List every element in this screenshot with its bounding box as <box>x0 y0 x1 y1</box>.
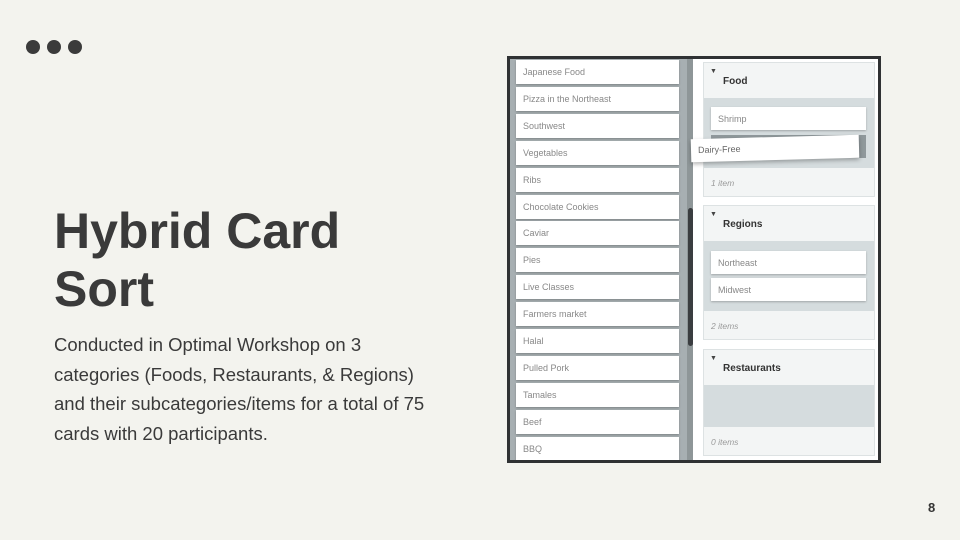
card-item[interactable]: Caviar <box>516 221 679 246</box>
collapse-triangle-icon[interactable]: ▼ <box>710 355 717 362</box>
category-food: ▼ Food Shrimp 1 item <box>703 62 875 197</box>
collapse-triangle-icon[interactable]: ▼ <box>710 68 717 75</box>
card-item[interactable]: Vegetables <box>516 140 679 165</box>
card-item[interactable]: Chocolate Cookies <box>516 194 679 219</box>
card-list: Japanese Food Pizza in the Northeast South… <box>510 59 693 460</box>
category-name: Food <box>723 76 748 87</box>
item-count: 2 items <box>711 321 739 331</box>
category-name: Regions <box>723 219 763 230</box>
card-item[interactable]: Farmers market <box>516 302 679 327</box>
card-item[interactable]: Halal <box>516 329 679 353</box>
card-item[interactable]: Live Classes <box>516 275 679 300</box>
card-item[interactable]: Southwest <box>516 113 679 138</box>
scrollbar-thumb[interactable] <box>688 208 693 346</box>
card-item[interactable]: BBQ <box>516 436 679 460</box>
sorted-card[interactable]: Shrimp <box>711 107 866 130</box>
slide-description: Conducted in Optimal Workshop on 3 categ… <box>54 334 425 444</box>
card-item[interactable]: Pizza in the Northeast <box>516 86 679 111</box>
item-count: 1 item <box>711 178 735 188</box>
category-regions: ▼ Regions Northeast Midwest 2 items <box>703 205 875 340</box>
category-name: Restaurants <box>723 363 781 374</box>
drop-zone[interactable] <box>704 385 874 427</box>
menu-dots-icon <box>26 40 82 54</box>
card-sort-screenshot: Japanese Food Pizza in the Northeast South… <box>507 56 881 463</box>
dragging-card[interactable]: Dairy-Free <box>690 134 860 163</box>
card-item[interactable]: Pies <box>516 248 679 273</box>
card-item[interactable]: Beef <box>516 409 679 434</box>
item-count: 0 items <box>711 437 739 447</box>
sorted-card[interactable]: Midwest <box>711 278 866 301</box>
sorted-card[interactable]: Northeast <box>711 251 866 274</box>
collapse-triangle-icon[interactable]: ▼ <box>710 211 717 218</box>
card-item[interactable]: Tamales <box>516 382 679 407</box>
page-number: 8 <box>928 500 936 515</box>
slide-title: Hybrid Card Sort <box>54 203 341 317</box>
card-item[interactable]: Ribs <box>516 167 679 192</box>
card-item[interactable]: Japanese Food <box>516 60 679 84</box>
card-item[interactable]: Pulled Pork <box>516 355 679 380</box>
category-restaurants: ▼ Restaurants 0 items <box>703 349 875 456</box>
